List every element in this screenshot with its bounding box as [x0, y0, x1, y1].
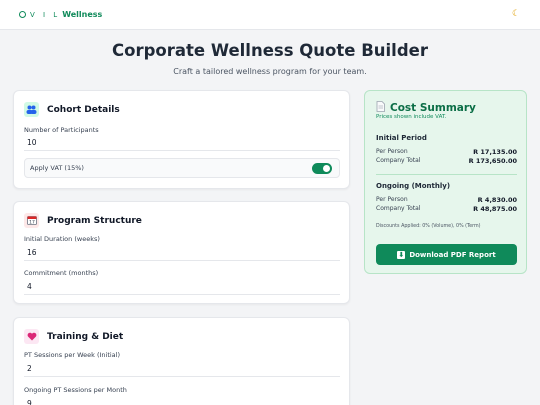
program-structure-title: Program Structure — [47, 215, 142, 226]
program-structure-header: 17 Program Structure — [24, 213, 142, 228]
cohort-details-header: Cohort Details — [24, 102, 120, 117]
download-pdf-button[interactable]: ⬇ Download PDF Report — [376, 244, 517, 265]
heart-icon — [24, 329, 39, 344]
page-title: Corporate Wellness Quote Builder — [112, 41, 428, 60]
pt-ongoing-input[interactable] — [24, 396, 340, 405]
initial-company-value: R 173,650.00 — [468, 157, 517, 165]
download-icon: ⬇ — [397, 250, 406, 259]
top-bar: V I L Wellness ☾ — [0, 0, 540, 30]
download-pdf-label: Download PDF Report — [409, 250, 496, 259]
vat-label: Apply VAT (15%) — [30, 164, 84, 172]
discounts-note: Discounts Applied: 0% (Volume), 0% (Term… — [376, 224, 481, 229]
ongoing-company-row: Company Total R 48,875.00 — [376, 205, 517, 213]
logo-ring-icon — [19, 11, 26, 18]
ongoing-title: Ongoing (Monthly) — [376, 182, 451, 190]
logo-name: Wellness — [62, 10, 103, 19]
commitment-label: Commitment (months) — [24, 269, 99, 277]
ongoing-company-value: R 48,875.00 — [473, 205, 517, 213]
cost-summary-header: Cost Summary — [376, 101, 476, 115]
participants-input[interactable] — [24, 135, 340, 151]
initial-per-person-row: Per Person R 17,135.00 — [376, 148, 517, 156]
vat-note: Prices shown include VAT. — [376, 114, 447, 120]
pt-initial-input[interactable] — [24, 361, 340, 377]
initial-duration-label: Initial Duration (weeks) — [24, 235, 100, 243]
participants-label: Number of Participants — [24, 126, 99, 134]
vat-toggle[interactable] — [312, 163, 332, 174]
vat-toggle-knob — [323, 165, 330, 172]
ongoing-per-person-label: Per Person — [376, 196, 408, 203]
cost-summary-card: Cost Summary Prices shown include VAT. I… — [364, 90, 527, 274]
initial-per-person-label: Per Person — [376, 148, 408, 155]
pt-ongoing-label: Ongoing PT Sessions per Month — [24, 386, 127, 394]
summary-divider — [376, 174, 517, 175]
logo-letters: V I L — [30, 10, 61, 19]
initial-company-row: Company Total R 173,650.00 — [376, 157, 517, 165]
moon-icon[interactable]: ☾ — [512, 9, 523, 20]
group-icon — [24, 102, 39, 117]
ongoing-per-person-value: R 4,830.00 — [477, 196, 517, 204]
initial-per-person-value: R 17,135.00 — [473, 148, 517, 156]
training-diet-title: Training & Diet — [47, 331, 124, 342]
logo[interactable]: V I L Wellness — [19, 10, 102, 19]
ongoing-company-label: Company Total — [376, 205, 421, 212]
svg-text:17: 17 — [29, 220, 35, 226]
initial-period-title: Initial Period — [376, 134, 427, 142]
ongoing-per-person-row: Per Person R 4,830.00 — [376, 196, 517, 204]
commitment-input[interactable] — [24, 279, 340, 295]
cost-summary-title: Cost Summary — [390, 102, 476, 114]
page-subtitle: Craft a tailored wellness program for yo… — [173, 67, 367, 76]
initial-duration-input[interactable] — [24, 245, 340, 261]
initial-company-label: Company Total — [376, 157, 421, 164]
cohort-details-card: Cohort Details Number of Participants Ap… — [13, 90, 350, 189]
training-diet-card: Training & Diet PT Sessions per Week (In… — [13, 317, 350, 405]
calendar-icon: 17 — [24, 213, 39, 228]
cohort-details-title: Cohort Details — [47, 104, 120, 115]
program-structure-card: 17 Program Structure Initial Duration (w… — [13, 201, 350, 304]
document-icon — [376, 101, 385, 115]
training-diet-header: Training & Diet — [24, 329, 123, 344]
vat-row[interactable]: Apply VAT (15%) — [24, 158, 340, 178]
pt-initial-label: PT Sessions per Week (Initial) — [24, 351, 121, 359]
